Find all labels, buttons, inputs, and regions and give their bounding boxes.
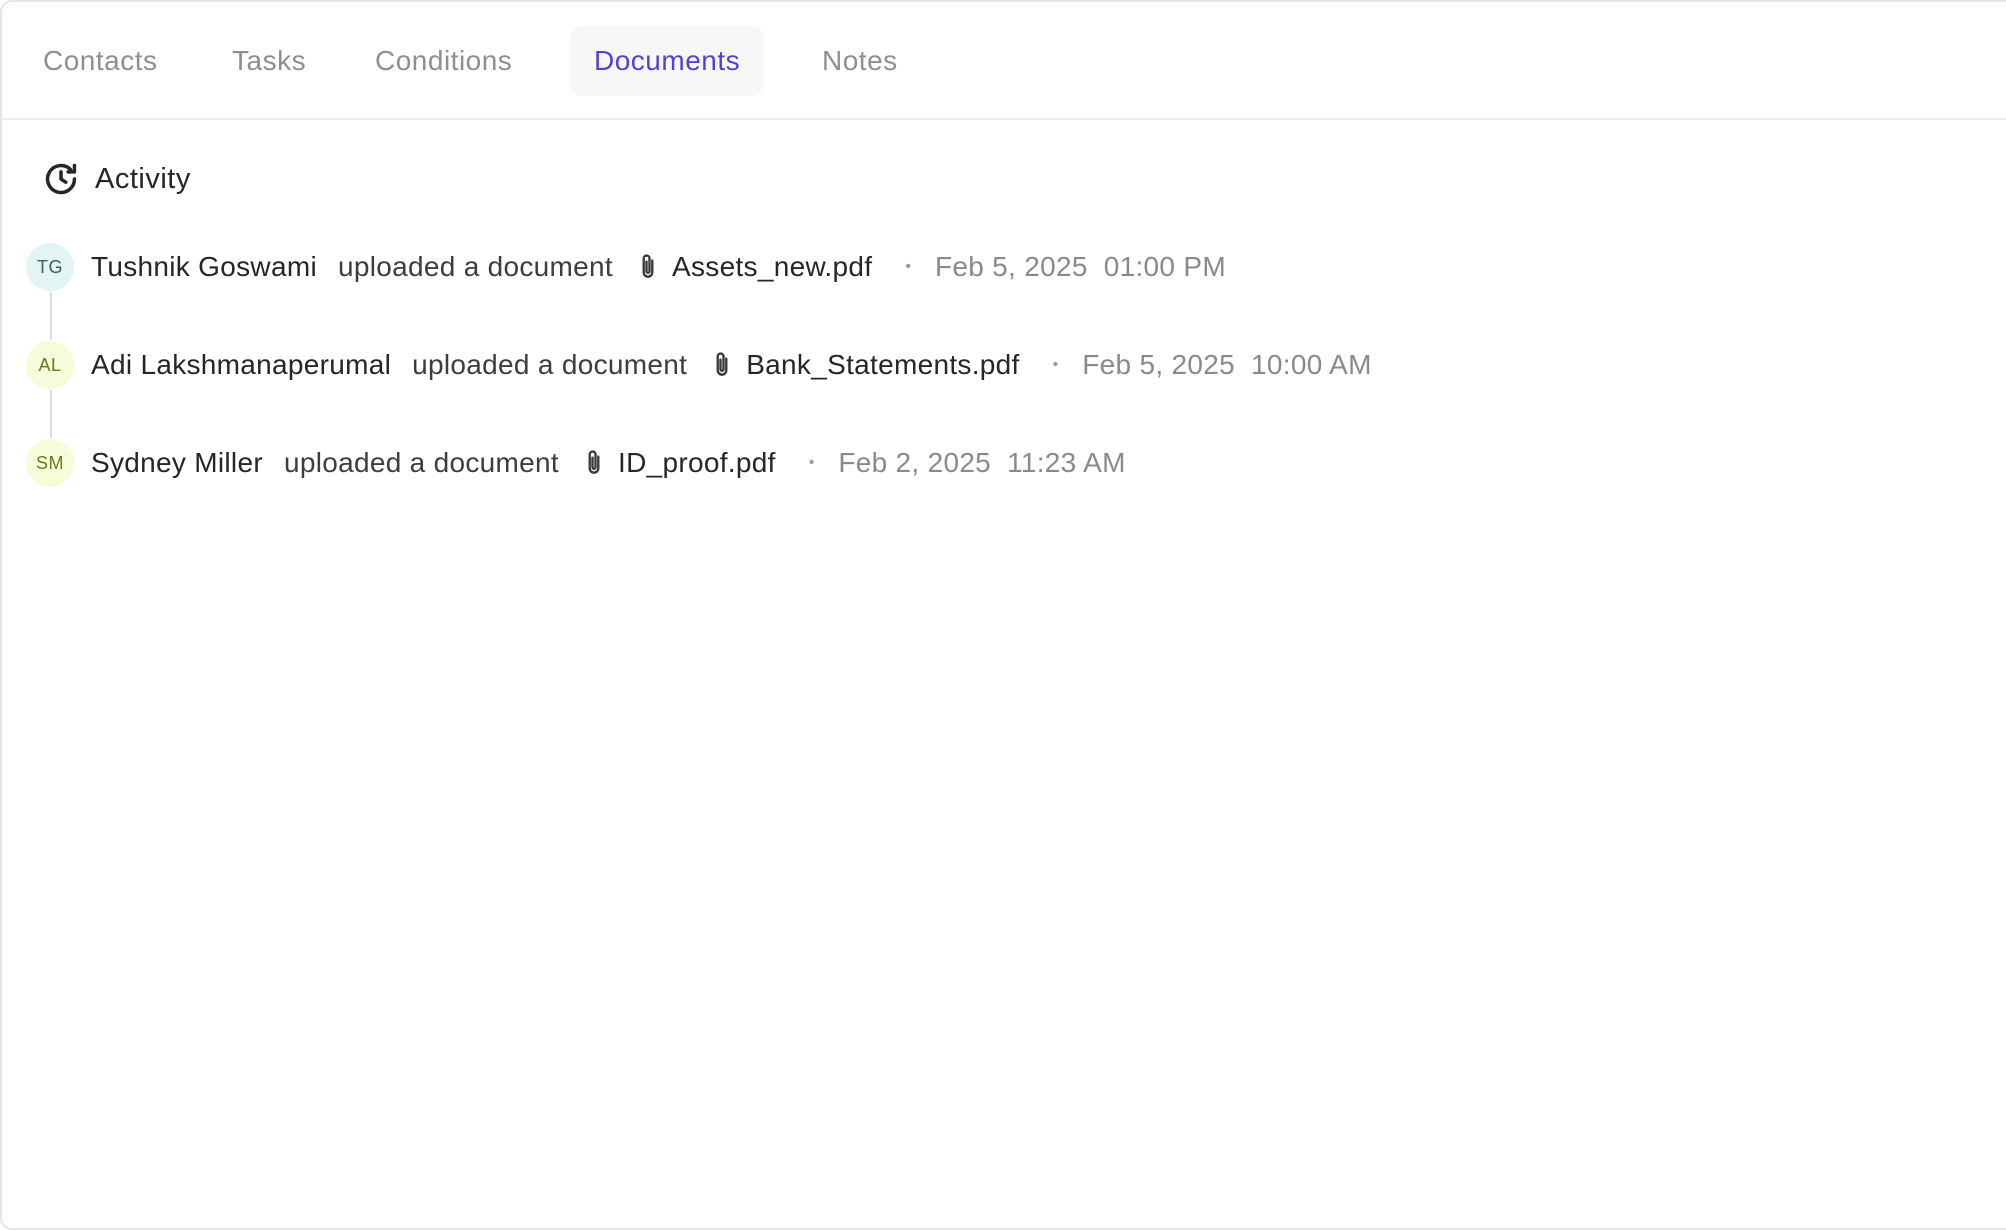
file-link[interactable]: Assets_new.pdf	[672, 251, 872, 283]
separator-dot: •	[808, 454, 815, 471]
activity-entry: TG Tushnik Goswami uploaded a document A…	[26, 242, 1226, 292]
tab-documents[interactable]: Documents	[570, 26, 765, 96]
file-link[interactable]: ID_proof.pdf	[618, 447, 776, 479]
paperclip-icon	[581, 448, 607, 478]
tab-tasks[interactable]: Tasks	[208, 26, 330, 96]
paperclip-icon	[709, 350, 735, 380]
avatar: AL	[26, 341, 74, 389]
activity-entry: AL Adi Lakshmanaperumal uploaded a docum…	[26, 340, 1372, 390]
entry-time: 01:00 PM	[1103, 251, 1226, 282]
tab-notes[interactable]: Notes	[798, 26, 922, 96]
action-text: uploaded a document	[283, 447, 559, 478]
entry-date: Feb 2, 2025	[838, 447, 992, 478]
action-text: uploaded a document	[337, 251, 614, 282]
entry-date: Feb 5, 2025	[934, 251, 1088, 282]
tab-conditions[interactable]: Conditions	[351, 26, 536, 96]
history-icon	[42, 160, 80, 198]
tab-bar: Contacts Tasks Conditions Documents Note…	[2, 2, 2006, 120]
tab-contacts[interactable]: Contacts	[19, 26, 182, 96]
separator-dot: •	[1052, 356, 1059, 373]
file-link[interactable]: Bank_Statements.pdf	[746, 349, 1019, 381]
entry-time: 11:23 AM	[1007, 447, 1126, 478]
separator-dot: •	[905, 258, 911, 275]
user-name: Adi Lakshmanaperumal	[91, 349, 392, 380]
entry-time: 10:00 AM	[1251, 349, 1372, 380]
activity-panel: Contacts Tasks Conditions Documents Note…	[0, 0, 2006, 1230]
timeline-connector	[50, 292, 52, 340]
entry-date: Feb 5, 2025	[1082, 349, 1235, 380]
timeline-connector	[50, 390, 52, 438]
paperclip-icon	[635, 252, 661, 282]
activity-title: Activity	[95, 162, 191, 195]
activity-header: Activity	[42, 157, 191, 201]
user-name: Sydney Miller	[91, 447, 263, 478]
avatar: SM	[26, 439, 74, 487]
activity-entry: SM Sydney Miller uploaded a document ID_…	[26, 438, 1126, 488]
avatar: TG	[26, 243, 74, 291]
user-name: Tushnik Goswami	[91, 251, 317, 282]
action-text: uploaded a document	[412, 349, 688, 380]
